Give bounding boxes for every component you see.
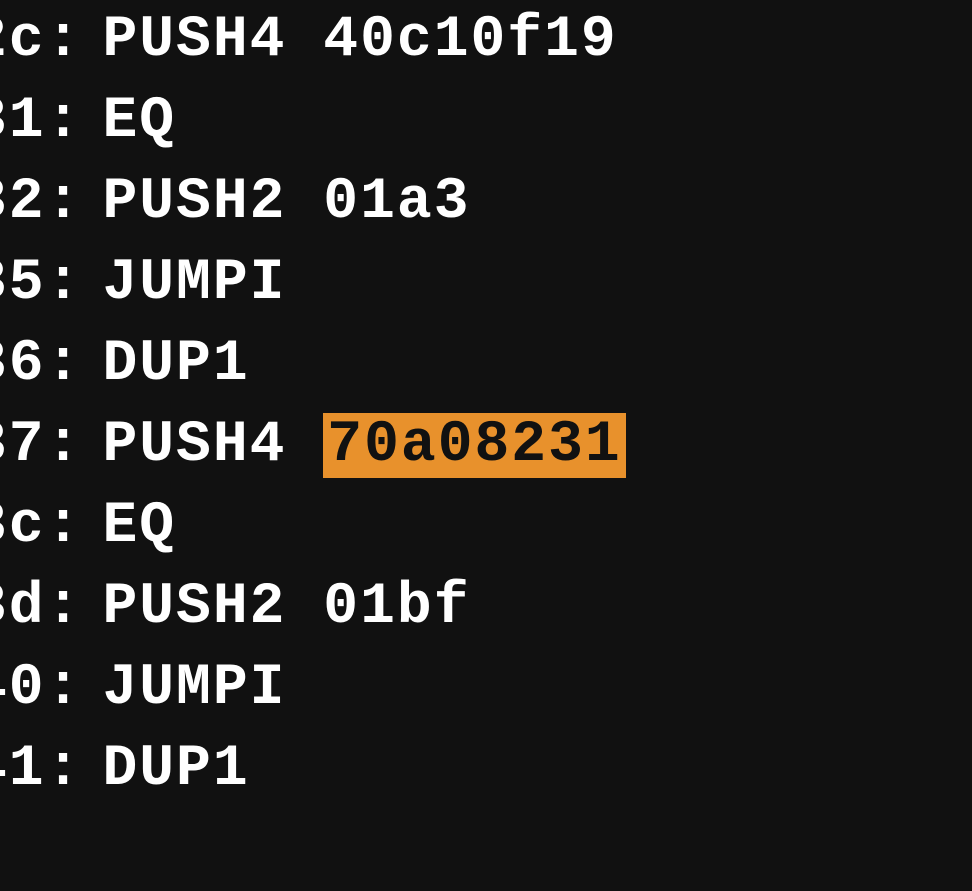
opcode: PUSH2: [102, 170, 286, 235]
operand: 40c10f19: [323, 8, 617, 73]
colon: :: [46, 494, 83, 559]
disasm-line: 37: PUSH4 70a08231: [0, 405, 972, 486]
disasm-line: 41: DUP1: [0, 729, 972, 810]
opcode: DUP1: [102, 332, 249, 397]
colon: :: [46, 8, 83, 73]
disasm-line: 3d: PUSH2 01bf: [0, 567, 972, 648]
colon: :: [46, 656, 83, 721]
address: 40: [0, 656, 46, 721]
disasm-line: 40: JUMPI: [0, 648, 972, 729]
disassembly-view: 2c: PUSH4 40c10f19 31: EQ 32: PUSH2 01a3 35: JU…: [0, 0, 972, 810]
disasm-line: 36: DUP1: [0, 324, 972, 405]
opcode: DUP1: [102, 737, 249, 802]
operand: 01a3: [323, 170, 470, 235]
operand: 01bf: [323, 575, 470, 640]
colon: :: [46, 251, 83, 316]
opcode: JUMPI: [102, 656, 286, 721]
disasm-line: 2c: PUSH4 40c10f19: [0, 0, 972, 81]
disasm-line: 35: JUMPI: [0, 243, 972, 324]
disasm-line: 31: EQ: [0, 81, 972, 162]
opcode: EQ: [102, 494, 176, 559]
address: 32: [0, 170, 46, 235]
address: 37: [0, 413, 46, 478]
colon: :: [46, 413, 83, 478]
disasm-line: 3c: EQ: [0, 486, 972, 567]
operand-highlighted[interactable]: 70a08231: [323, 413, 625, 478]
address: 41: [0, 737, 46, 802]
colon: :: [46, 332, 83, 397]
opcode: PUSH2: [102, 575, 286, 640]
disasm-line: 32: PUSH2 01a3: [0, 162, 972, 243]
colon: :: [46, 575, 83, 640]
opcode: JUMPI: [102, 251, 286, 316]
address: 3d: [0, 575, 46, 640]
address: 3c: [0, 494, 46, 559]
address: 2c: [0, 8, 46, 73]
opcode: PUSH4: [102, 413, 286, 478]
colon: :: [46, 89, 83, 154]
opcode: EQ: [102, 89, 176, 154]
colon: :: [46, 737, 83, 802]
address: 31: [0, 89, 46, 154]
address: 36: [0, 332, 46, 397]
opcode: PUSH4: [102, 8, 286, 73]
colon: :: [46, 170, 83, 235]
address: 35: [0, 251, 46, 316]
